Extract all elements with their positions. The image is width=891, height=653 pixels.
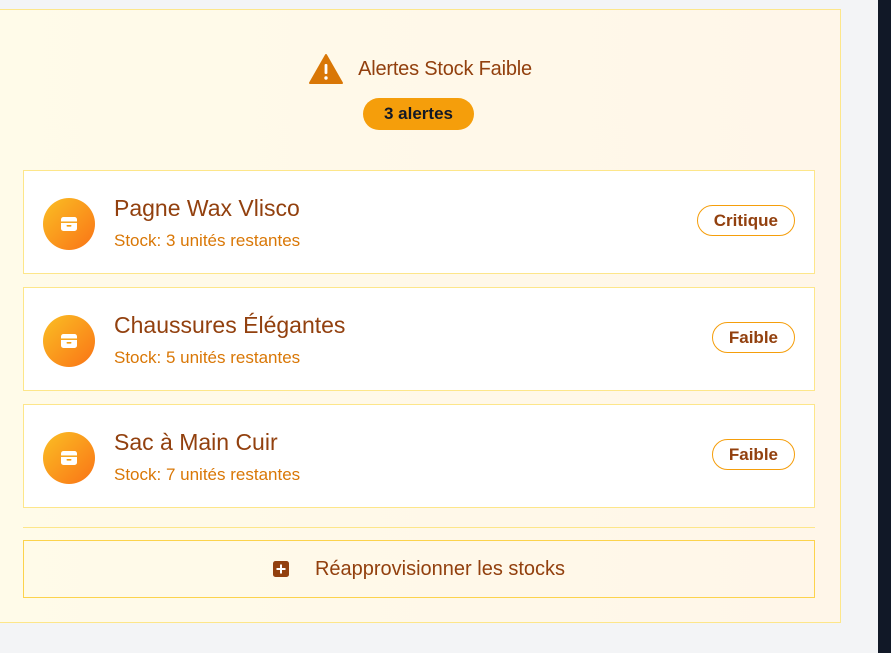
archive-box-icon	[61, 451, 77, 465]
product-name: Pagne Wax Vlisco	[114, 195, 300, 221]
panel-header: Alertes Stock Faible	[0, 54, 840, 84]
warning-triangle-icon	[309, 54, 344, 84]
archive-box-icon	[61, 217, 77, 231]
stock-remaining: Stock: 7 unités restantes	[114, 465, 301, 484]
stock-level-badge: Faible	[711, 439, 795, 470]
archive-box-icon	[61, 334, 77, 348]
plus-square-icon	[272, 561, 289, 577]
alert-count-badge: 3 alertes	[363, 98, 474, 130]
product-name: Sac à Main Cuir	[114, 429, 278, 455]
alert-item[interactable]: Pagne Wax Vlisco Stock: 3 unités restant…	[23, 170, 815, 274]
restock-button-label: Réapprovisionner les stocks	[314, 557, 566, 580]
restock-button[interactable]: Réapprovisionner les stocks	[23, 540, 815, 598]
product-avatar	[43, 198, 95, 250]
product-name: Chaussures Élégantes	[114, 312, 346, 338]
stock-level-badge: Critique	[696, 205, 795, 236]
stock-remaining: Stock: 3 unités restantes	[114, 231, 301, 250]
panel-title: Alertes Stock Faible	[358, 57, 532, 80]
stock-remaining: Stock: 5 unités restantes	[114, 348, 301, 367]
alert-item[interactable]: Chaussures Élégantes Stock: 5 unités res…	[23, 287, 815, 391]
app-edge	[878, 0, 891, 653]
low-stock-alerts-panel: Alertes Stock Faible 3 alertes Pagne Wax…	[0, 9, 841, 623]
divider	[23, 527, 815, 528]
stock-level-badge: Faible	[711, 322, 795, 353]
product-avatar	[43, 315, 95, 367]
alert-item[interactable]: Sac à Main Cuir Stock: 7 unités restante…	[23, 404, 815, 508]
product-avatar	[43, 432, 95, 484]
